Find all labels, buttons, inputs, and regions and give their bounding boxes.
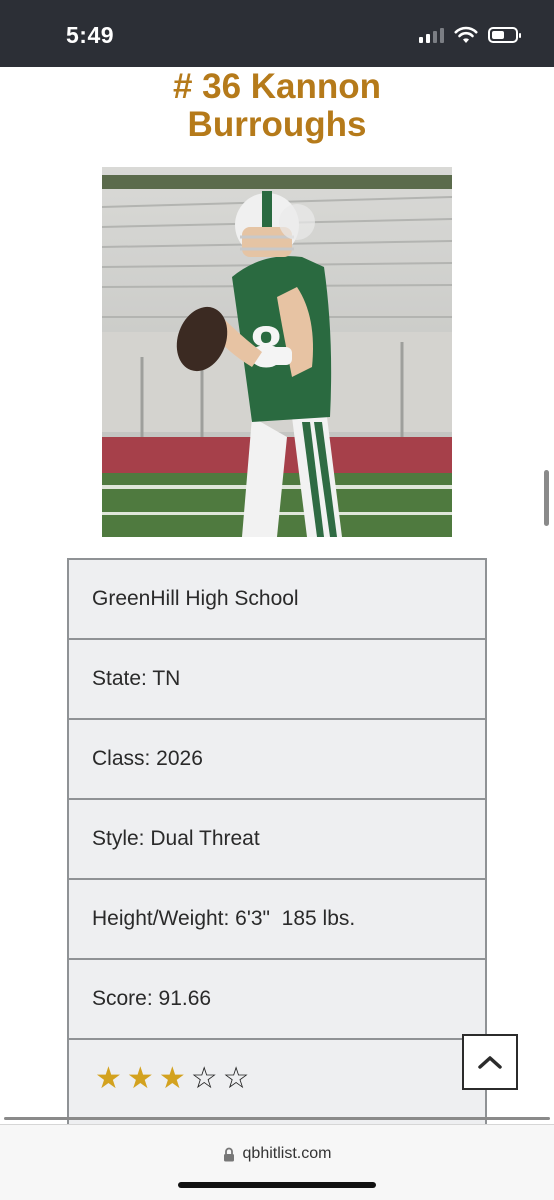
info-row-height-weight: Height/Weight: 6'3" 185 lbs. — [69, 880, 485, 960]
browser-address-bar[interactable]: qbhitlist.com — [0, 1124, 554, 1200]
status-bar: 5:49 — [0, 0, 554, 67]
height-weight-text: Height/Weight: 6'3" 185 lbs. — [92, 907, 356, 930]
cellular-signal-icon — [419, 27, 444, 43]
chevron-up-icon — [478, 1056, 502, 1069]
info-row-rating: ★ ★ ★ ☆ ☆ — [69, 1040, 485, 1120]
score-text: Score: 91.66 — [92, 987, 212, 1010]
info-row-school: GreenHill High School — [69, 560, 485, 640]
home-indicator[interactable] — [178, 1182, 376, 1188]
page-scrollbar[interactable] — [544, 470, 549, 526]
player-title: # 36 Kannon Burroughs — [0, 68, 554, 144]
player-photo: 8 — [102, 167, 452, 537]
player-info-table: GreenHill High School State: TN Class: 2… — [67, 558, 487, 1128]
star-filled-icon: ★ — [126, 1062, 154, 1095]
url-row[interactable]: qbhitlist.com — [0, 1145, 554, 1163]
player-title-line-2: Burroughs — [187, 105, 367, 144]
school-text: GreenHill High School — [92, 587, 299, 610]
lock-icon — [223, 1147, 234, 1161]
class-text: Class: 2026 — [92, 747, 203, 770]
status-time: 5:49 — [66, 22, 115, 48]
star-rating: ★ ★ ★ ☆ ☆ — [95, 1062, 250, 1096]
info-row-class: Class: 2026 — [69, 720, 485, 800]
info-row-state: State: TN — [69, 640, 485, 720]
star-empty-icon: ☆ — [190, 1062, 218, 1095]
wifi-icon — [454, 26, 478, 43]
toolbar-divider — [4, 1117, 550, 1120]
player-title-line-1: # 36 Kannon — [172, 67, 382, 106]
star-empty-icon: ☆ — [222, 1062, 250, 1095]
status-icons — [419, 26, 521, 44]
url-text[interactable]: qbhitlist.com — [243, 1145, 332, 1163]
scroll-to-top-button[interactable] — [462, 1034, 518, 1090]
star-filled-icon: ★ — [158, 1062, 186, 1095]
info-row-score: Score: 91.66 — [69, 960, 485, 1040]
star-filled-icon: ★ — [95, 1062, 122, 1095]
style-text: Style: Dual Threat — [92, 827, 260, 850]
info-row-style: Style: Dual Threat — [69, 800, 485, 880]
battery-icon — [488, 27, 521, 43]
state-text: State: TN — [92, 667, 181, 690]
